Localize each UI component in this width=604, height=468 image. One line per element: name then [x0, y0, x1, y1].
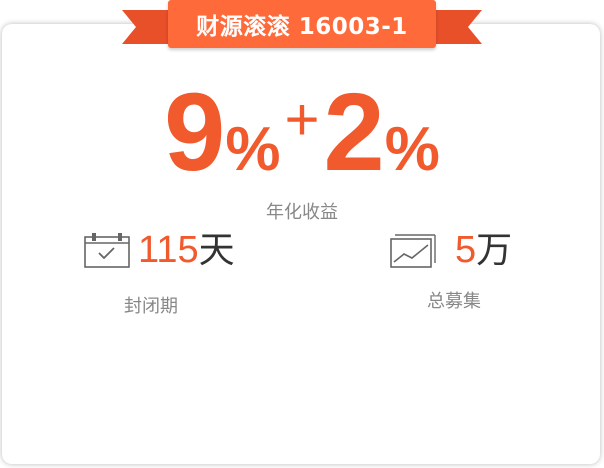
product-title-ribbon: 财源滚滚 16003-1 [168, 0, 436, 48]
product-title: 财源滚滚 16003-1 [196, 14, 408, 40]
lock-period-label: 封闭期 [124, 296, 178, 317]
annual-rate-label: 年化收益 [266, 202, 338, 223]
bonus-rate-percent: % [384, 115, 440, 184]
annual-rate: 9 % + 2 % [0, 78, 604, 188]
lock-period-value: 115天 [138, 229, 235, 271]
base-rate-value: 9 [164, 71, 226, 194]
plus-sign: + [284, 86, 320, 153]
bonus-rate-value: 2 [323, 71, 385, 194]
trend-chart-icon [390, 234, 436, 268]
raise-total-value: 5万 [455, 229, 513, 271]
raise-total-label: 总募集 [427, 291, 481, 312]
calendar-icon [84, 233, 130, 268]
base-rate-percent: % [225, 115, 281, 184]
